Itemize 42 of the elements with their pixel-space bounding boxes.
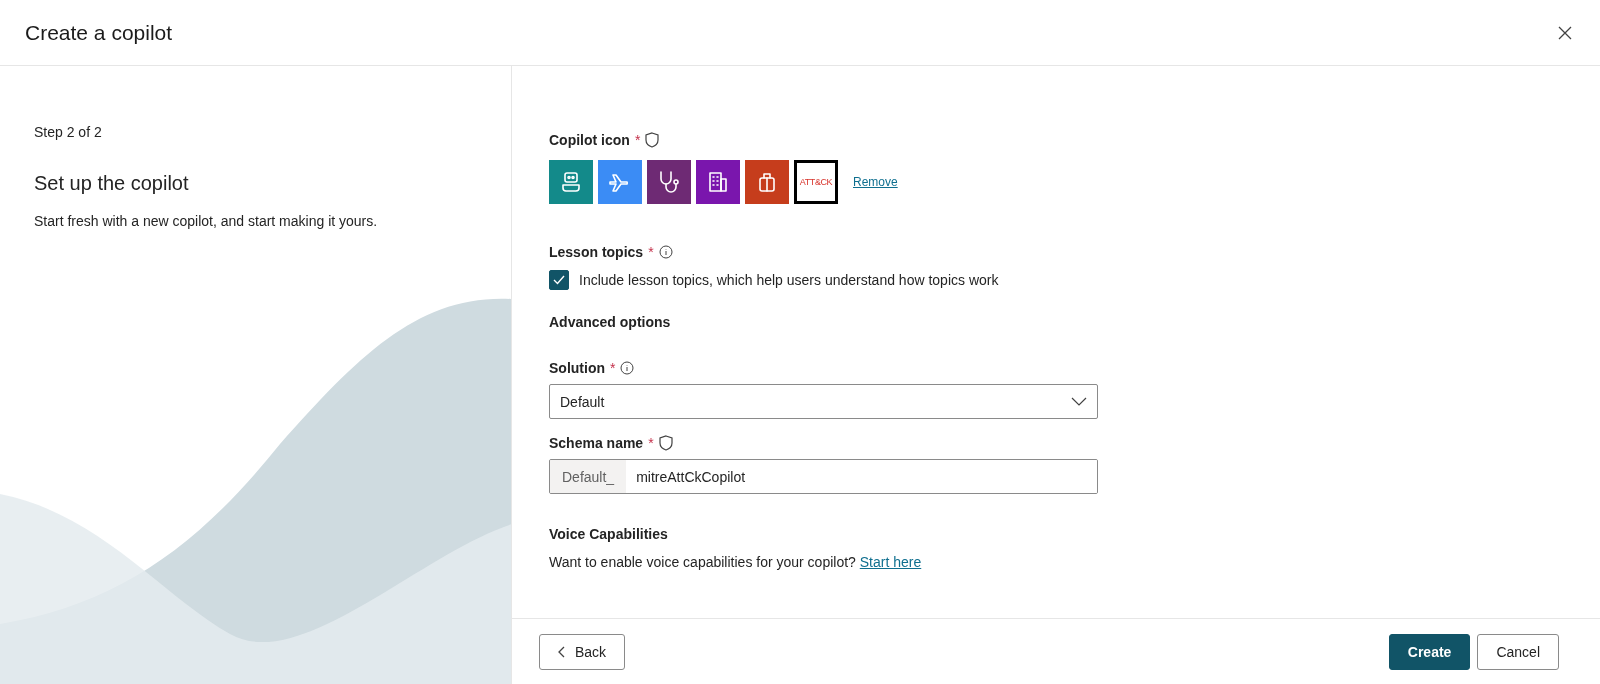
icon-option[interactable] [647,160,691,204]
required-mark: * [610,360,616,376]
remove-link[interactable]: Remove [853,175,898,189]
gift-icon [756,170,778,194]
icon-option[interactable] [696,160,740,204]
section-title: Advanced options [549,314,672,330]
icon-option[interactable]: ATT&CK [794,160,838,204]
required-mark: * [648,435,654,451]
section-title: Voice Capabilities [549,526,669,542]
description-text: Start fresh with a new copilot, and start making it yours. [34,213,379,229]
chevron-left-icon [558,645,565,658]
start-here-link[interactable]: Start here [859,554,922,570]
required-mark: * [634,132,641,148]
stethoscope-icon [657,169,681,195]
field-label: Lesson topics [549,244,644,260]
checkbox-label: Include lesson topics, which help users understand how topics work [579,272,999,288]
field-label: Schema name [549,435,644,451]
schema-name-field[interactable]: Default_ mitreAttCkCopilot [549,459,1098,494]
checkmark-icon [553,275,565,285]
dialog-title: Create a copilot [25,20,173,45]
section-heading: Set up the copilot [34,172,190,195]
required-mark: * [648,244,654,260]
cancel-button[interactable]: Cancel [1477,633,1559,670]
shield-icon [645,132,660,148]
logo-text: ATT&CK [799,177,833,187]
back-button[interactable]: Back [539,633,626,670]
solution-dropdown[interactable]: Default [549,384,1098,419]
field-prefix: Default_ [550,460,627,493]
field-label: Copilot icon [549,132,630,148]
robot-icon [560,170,582,194]
checkbox[interactable] [549,270,569,290]
create-button[interactable]: Create [1388,633,1471,670]
icon-option[interactable] [745,160,789,204]
voice-text: Want to enable voice capabilities for your copilot? Start here [549,554,923,570]
chevron-down-icon [1071,397,1087,406]
field-label: Solution [549,360,605,376]
step-indicator: Step 2 of 2 [34,124,103,140]
icon-option[interactable] [549,160,593,204]
info-icon [620,361,635,375]
info-icon [658,245,673,259]
building-icon [707,170,729,194]
shield-icon [658,435,673,451]
